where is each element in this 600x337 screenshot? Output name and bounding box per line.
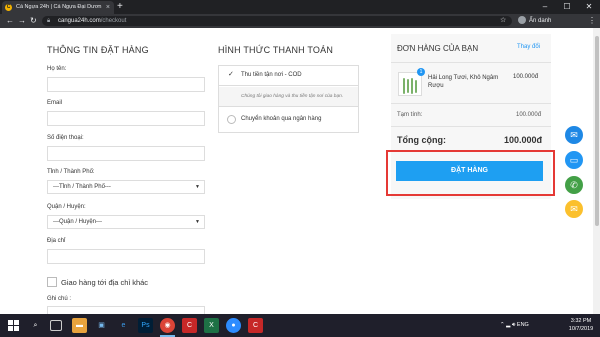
browser-toolbar: ← → ↻ 🔒︎ cangua24h.com/checkout ☆ Ẩn dan…: [0, 14, 600, 28]
divider: [391, 103, 551, 104]
back-arrow-icon[interactable]: ←: [6, 14, 14, 28]
messenger-icon[interactable]: ✉: [565, 126, 583, 144]
email-input[interactable]: [47, 111, 205, 126]
cod-label: Thu tiền tận nơi - COD: [241, 72, 302, 78]
photoshop-icon[interactable]: Ps: [138, 318, 153, 333]
lock-icon: 🔒︎: [47, 18, 51, 24]
browser-menu-icon[interactable]: ⋮: [588, 14, 596, 28]
phone-label: Số điện thoại:: [47, 135, 84, 141]
province-select[interactable]: ---Tỉnh / Thành Phố--- ▼: [47, 180, 205, 194]
maximize-button[interactable]: ☐: [556, 0, 578, 14]
subtotal-value: 100.000đ: [516, 112, 542, 118]
bank-radio[interactable]: [227, 115, 236, 124]
name-label: Họ tên:: [47, 66, 67, 72]
phone-icon[interactable]: ✆: [565, 176, 583, 194]
name-input[interactable]: [47, 77, 205, 92]
place-order-button[interactable]: ĐẶT HÀNG: [396, 161, 543, 181]
edit-order-link[interactable]: Thay đổi: [517, 44, 540, 50]
file-explorer-icon[interactable]: ▬: [72, 318, 87, 333]
store-icon[interactable]: ▣: [94, 318, 109, 333]
district-label: Quận / Huyện:: [47, 204, 86, 210]
bank-label: Chuyển khoản qua ngân hàng: [241, 116, 322, 122]
task-view-icon[interactable]: [50, 320, 62, 331]
url-domain: cangua24h.com: [58, 18, 101, 24]
ship-other-label: Giao hàng tới địa chỉ khác: [61, 278, 149, 287]
chrome-icon[interactable]: ◉: [160, 318, 175, 333]
network-icon[interactable]: ▂: [506, 322, 510, 328]
note-label: Ghi chú :: [47, 296, 72, 302]
quantity-badge: 1: [417, 68, 425, 76]
district-select-value: ---Quận / Huyện---: [53, 219, 103, 225]
minimize-button[interactable]: –: [534, 0, 556, 14]
forward-arrow-icon[interactable]: →: [18, 14, 26, 28]
chevron-down-icon: ▼: [195, 219, 200, 225]
zalo-icon[interactable]: ▭: [565, 151, 583, 169]
divider: [391, 126, 551, 127]
edge-icon[interactable]: e: [116, 318, 131, 333]
clock-date: 10/7/2019: [568, 326, 594, 332]
address-input[interactable]: [47, 249, 205, 264]
chevron-down-icon: ▼: [195, 184, 200, 190]
check-icon: ✓: [228, 71, 234, 78]
divider: [391, 62, 551, 63]
browser-tab-strip: C Cá Ngựa 24h | Cá Ngựa Đại Dươn × + – ☐ ✕: [0, 0, 600, 14]
phone-input[interactable]: [47, 146, 205, 161]
email-icon[interactable]: ✉: [565, 200, 583, 218]
reload-icon[interactable]: ↻: [30, 14, 37, 28]
system-tray: ⌃ ▂ 🔊︎ ENG: [500, 314, 529, 337]
customer-info-title: THÔNG TIN ĐẶT HÀNG: [47, 45, 149, 55]
address-label: Địa chỉ: [47, 238, 66, 244]
window-controls: – ☐ ✕: [534, 0, 600, 14]
product-price: 100.000đ: [513, 74, 539, 80]
search-icon[interactable]: ⌕: [28, 318, 43, 333]
url-path: /checkout: [100, 18, 127, 24]
language-indicator[interactable]: ENG: [517, 322, 529, 328]
windows-taskbar: ⌕ ▬ ▣ e Ps ◉ C X ● C ⌃ ▂ 🔊︎ ENG 3:32 PM …: [0, 314, 600, 337]
ship-other-checkbox[interactable]: [47, 277, 57, 287]
subtotal-label: Tạm tính:: [397, 112, 423, 118]
bookmark-star-icon[interactable]: ☆: [500, 16, 506, 26]
tray-chevron-icon[interactable]: ⌃: [500, 322, 505, 328]
clock-time: 3:32 PM: [570, 318, 592, 324]
note-input[interactable]: [47, 306, 205, 314]
zoom-icon[interactable]: ●: [226, 318, 241, 333]
incognito-avatar-icon: [518, 16, 526, 25]
clock[interactable]: 3:32 PM 10/7/2019: [566, 317, 596, 333]
total-value: 100.000đ: [504, 135, 543, 145]
browser-tab[interactable]: C Cá Ngựa 24h | Cá Ngựa Đại Dươn ×: [2, 1, 114, 14]
province-label: Tỉnh / Thành Phố:: [47, 169, 95, 175]
tab-close-icon[interactable]: ×: [106, 1, 110, 14]
cod-note: Chúng tôi giao hàng và thu tiền tận nơi …: [219, 87, 358, 107]
order-title: ĐƠN HÀNG CỦA BẠN: [397, 44, 479, 53]
tab-title: Cá Ngựa 24h | Cá Ngựa Đại Dươn: [16, 4, 102, 10]
district-select[interactable]: ---Quận / Huyện--- ▼: [47, 215, 205, 229]
payment-option-bank[interactable]: Chuyển khoản qua ngân hàng: [219, 108, 358, 132]
province-select-value: ---Tỉnh / Thành Phố---: [53, 184, 111, 190]
excel-icon[interactable]: X: [204, 318, 219, 333]
app-icon[interactable]: C: [248, 318, 263, 333]
profile-label: Ẩn danh: [529, 18, 552, 24]
site-favicon-icon: C: [5, 4, 12, 11]
new-tab-button[interactable]: +: [117, 0, 123, 13]
total-label: Tổng cộng:: [397, 135, 446, 145]
scrollbar-thumb[interactable]: [595, 36, 599, 226]
payment-option-cod[interactable]: ✓ Thu tiền tận nơi - COD: [219, 66, 358, 86]
volume-icon[interactable]: 🔊︎: [512, 322, 515, 328]
close-window-button[interactable]: ✕: [578, 0, 600, 14]
app-icon[interactable]: C: [182, 318, 197, 333]
address-bar[interactable]: 🔒︎ cangua24h.com/checkout: [42, 16, 512, 26]
incognito-profile[interactable]: Ẩn danh: [518, 14, 551, 28]
payment-methods: ✓ Thu tiền tận nơi - COD Chúng tôi giao …: [218, 65, 359, 133]
windows-start-icon[interactable]: [8, 320, 19, 331]
email-label: Email: [47, 100, 63, 106]
product-name: Hải Long Tươi, Khô Ngâm Rượu: [428, 75, 499, 89]
payment-title: HÌNH THỨC THANH TOÁN: [218, 45, 334, 55]
